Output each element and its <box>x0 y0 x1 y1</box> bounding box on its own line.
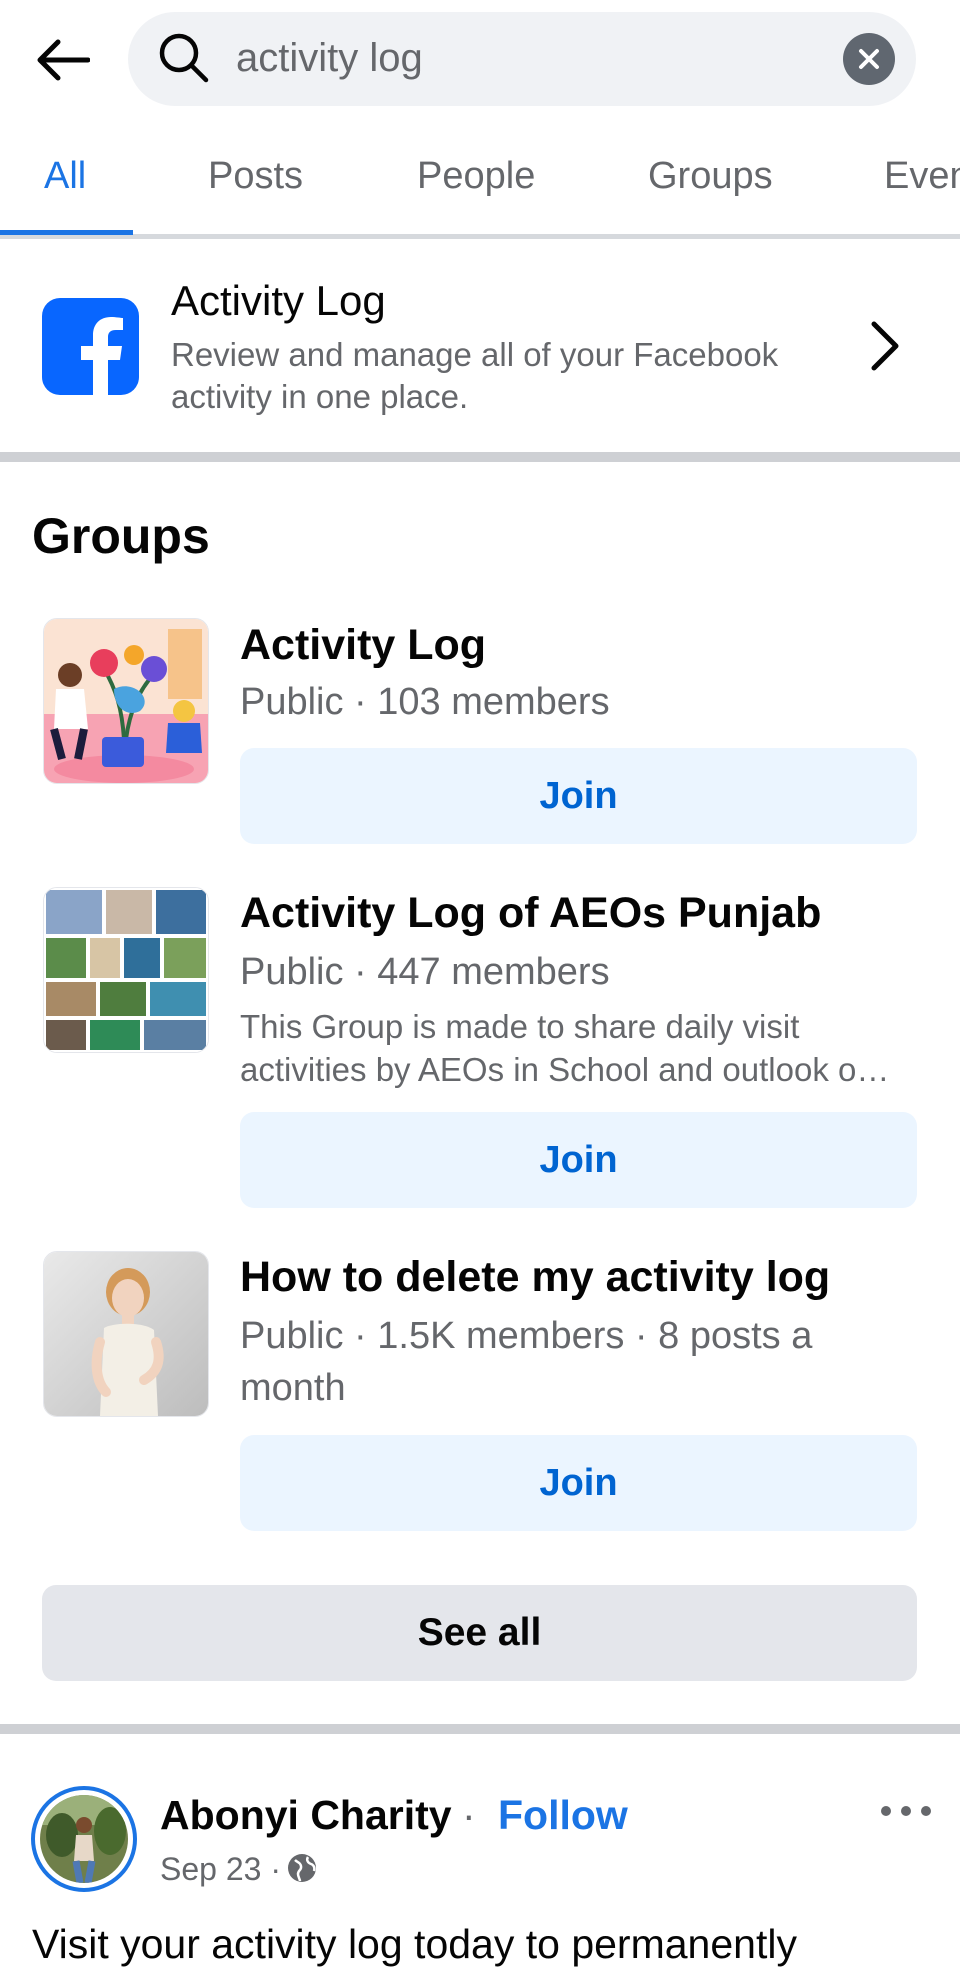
clear-search-button[interactable] <box>843 33 895 85</box>
groups-heading: Groups <box>32 508 210 564</box>
close-icon <box>859 49 879 69</box>
avatar-photo <box>40 1795 128 1883</box>
see-all-button[interactable]: See all <box>42 1585 917 1681</box>
group-thumbnail-aeos-punjab[interactable] <box>43 887 209 1053</box>
tab-posts[interactable]: Posts <box>208 150 303 202</box>
group-meta: Public · 447 members <box>240 951 610 993</box>
chevron-right-icon <box>871 321 899 371</box>
more-options-icon[interactable] <box>878 1796 934 1826</box>
join-button[interactable]: Join <box>240 1112 917 1208</box>
author-separator: · <box>462 1792 476 1838</box>
activity-log-description: Review and manage all of your Facebook a… <box>171 336 779 415</box>
group-title[interactable]: Activity Log <box>240 618 486 672</box>
tab-groups[interactable]: Groups <box>648 150 773 202</box>
active-tab-indicator <box>0 230 133 235</box>
join-button[interactable]: Join <box>240 748 917 844</box>
tab-divider <box>0 234 960 239</box>
back-arrow-icon <box>37 39 90 81</box>
group-description: This Group is made to share daily visit … <box>240 1008 890 1088</box>
post-date: Sep 23 · <box>160 1851 281 1887</box>
group-thumbnail-delete-activity-log[interactable] <box>43 1251 209 1417</box>
search-input[interactable]: activity log <box>236 32 423 84</box>
post-author-name[interactable]: Abonyi Charity <box>160 1788 452 1842</box>
activity-log-title: Activity Log <box>171 277 386 324</box>
tab-people[interactable]: People <box>417 150 535 202</box>
group-title[interactable]: How to delete my activity log <box>240 1250 830 1304</box>
group-meta: Public · 1.5K members · 8 posts a month <box>240 1315 813 1409</box>
avatar[interactable] <box>31 1786 137 1892</box>
globe-icon <box>288 1854 316 1882</box>
post-text: Visit your activity log today to permane… <box>32 1921 797 1967</box>
section-divider <box>0 452 960 462</box>
tab-events[interactable]: Even <box>884 150 960 202</box>
follow-button[interactable]: Follow <box>498 1788 628 1842</box>
section-divider <box>0 1724 960 1734</box>
tab-all[interactable]: All <box>44 150 86 202</box>
back-button[interactable] <box>30 28 94 92</box>
group-thumbnail-activity-log[interactable] <box>43 618 209 784</box>
search-icon <box>159 33 209 83</box>
group-title[interactable]: Activity Log of AEOs Punjab <box>240 886 821 940</box>
join-button[interactable]: Join <box>240 1435 917 1531</box>
facebook-logo-icon <box>42 298 139 395</box>
group-meta: Public · 103 members <box>240 681 610 723</box>
